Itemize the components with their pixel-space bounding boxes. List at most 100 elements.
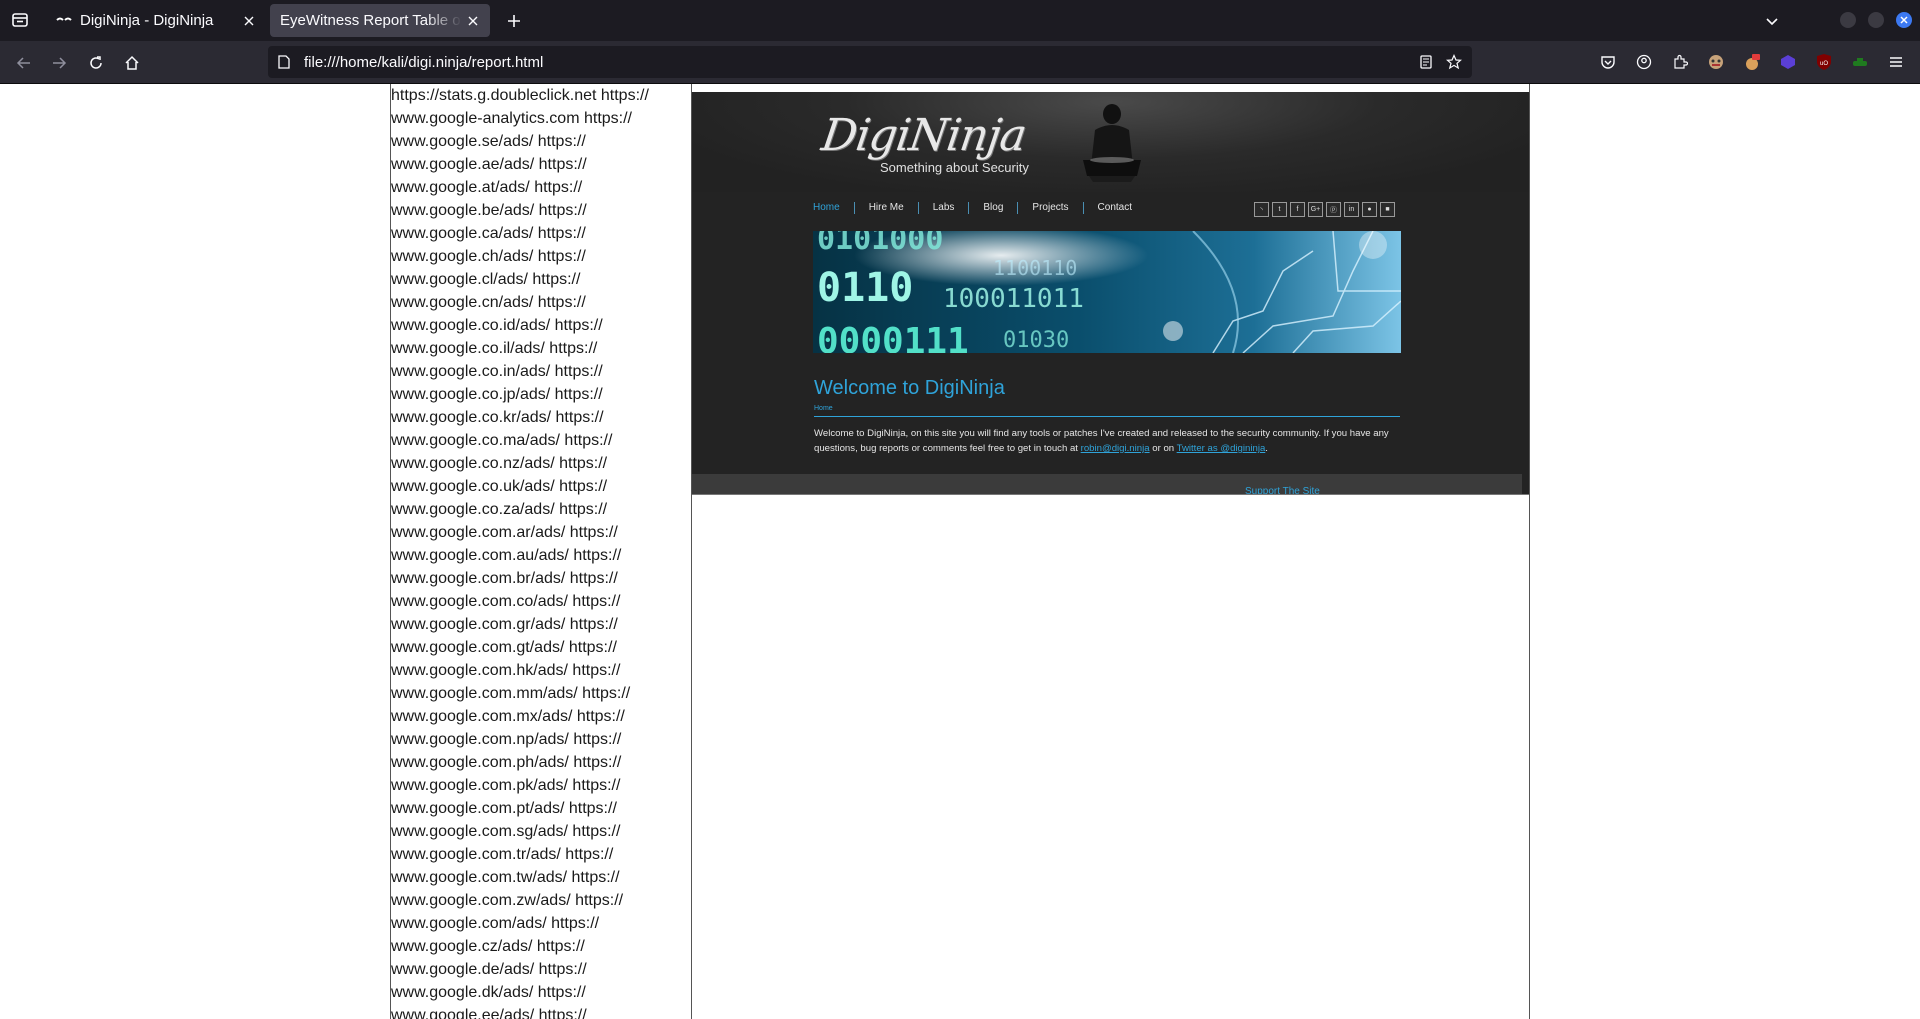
extension-green-icon[interactable] (1849, 51, 1871, 73)
url-line: www.google.com.tr/ads/ https:// (391, 846, 614, 863)
tab-eyewitness-report[interactable]: EyeWitness Report Table of Contents (270, 4, 490, 37)
url-line: www.google.de/ads/ https:// (391, 961, 587, 978)
pocket-icon[interactable] (1597, 51, 1619, 73)
tab-diginninja[interactable]: DigiNinja - DigiNinja (46, 4, 266, 37)
close-tab-icon[interactable] (462, 10, 484, 32)
new-tab-button[interactable] (502, 9, 526, 33)
url-line: www.google.cn/ads/ https:// (391, 294, 586, 311)
twitter-icon[interactable]: t (1272, 202, 1287, 217)
hamburger-menu-icon (1890, 57, 1902, 67)
forward-button[interactable] (47, 51, 71, 75)
url-line: www.google.co.za/ads/ https:// (391, 501, 608, 518)
site-nav-item[interactable]: Labs (917, 202, 969, 214)
url-line: www.google.com.sg/ads/ https:// (391, 823, 621, 840)
intro-text: . (1265, 443, 1268, 454)
facebook-icon[interactable]: f (1290, 202, 1305, 217)
close-window-button[interactable] (1896, 12, 1912, 28)
extension-badge-icon[interactable] (1741, 51, 1763, 73)
url-line: www.google.co.kr/ads/ https:// (391, 409, 604, 426)
site-logo: DigiNinja (818, 110, 1029, 161)
url-line: www.google.co.jp/ads/ https:// (391, 386, 603, 403)
reader-view-icon[interactable] (1416, 52, 1436, 72)
url-line: www.google.com.pt/ads/ https:// (391, 800, 617, 817)
tab-strip: DigiNinja - DigiNinja EyeWitness Report … (0, 0, 1920, 41)
url-line: www.google.com.co/ads/ https:// (391, 593, 621, 610)
svg-text:0000111: 0000111 (817, 321, 969, 353)
breadcrumb[interactable]: Home (814, 405, 833, 412)
tab-title: DigiNinja - DigiNinja (80, 12, 214, 29)
url-line: https://stats.g.doubleclick.net https:// (391, 87, 649, 104)
menu-button[interactable] (1885, 51, 1907, 73)
url-line: www.google.cz/ads/ https:// (391, 938, 585, 955)
arrow-right-icon (53, 57, 67, 69)
url-line: www.google.co.nz/ads/ https:// (391, 455, 608, 472)
google-plus-icon[interactable]: G+ (1308, 202, 1323, 217)
back-button[interactable] (12, 51, 36, 75)
url-line: www.google.ee/ads/ https:// (391, 1007, 587, 1019)
address-bar-url[interactable]: file:///home/kali/digi.ninja/report.html (304, 54, 1416, 71)
report-page: https://stats.g.doubleclick.net https://… (0, 84, 1920, 1019)
site-nav-item[interactable]: Projects (1017, 202, 1082, 214)
extension-cube-icon[interactable] (1777, 51, 1799, 73)
site-nav-item[interactable]: Contact (1082, 202, 1146, 214)
url-line: www.google-analytics.com https:// (391, 110, 632, 127)
url-line: www.google.co.ma/ads/ https:// (391, 432, 613, 449)
svg-text:0110: 0110 (817, 265, 913, 311)
reddit-icon[interactable]: ● (1362, 202, 1377, 217)
list-all-tabs-button[interactable] (1760, 9, 1784, 33)
pinterest-icon[interactable]: ⓟ (1326, 202, 1341, 217)
close-tab-icon[interactable] (238, 10, 260, 32)
url-line: www.google.com.hk/ads/ https:// (391, 662, 621, 679)
url-line: www.google.com.mx/ads/ https:// (391, 708, 625, 725)
diginninja-screenshot[interactable]: DigiNinja Something about Security Home H… (692, 92, 1529, 494)
svg-text:0101000: 0101000 (817, 231, 943, 257)
page-icon (278, 54, 294, 70)
svg-text:01030: 01030 (1003, 328, 1069, 353)
email-link[interactable]: robin@digi.ninja (1081, 443, 1150, 454)
url-line: www.google.co.il/ads/ https:// (391, 340, 598, 357)
svg-text:uO: uO (1820, 61, 1828, 67)
url-line: www.google.com.br/ads/ https:// (391, 570, 618, 587)
binary-circuit-banner: 0101000 1100110 0110 100011011 0000111 0… (813, 231, 1401, 353)
tab-title: EyeWitness Report Table of Contents (280, 12, 462, 29)
home-button[interactable] (120, 51, 144, 75)
intro-paragraph: Welcome to DigiNinja, on this site you w… (814, 426, 1400, 456)
extension-cookie-icon[interactable] (1705, 51, 1727, 73)
minimize-button[interactable] (1840, 12, 1856, 28)
url-line: www.google.co.uk/ads/ https:// (391, 478, 608, 495)
url-line: www.google.com.au/ads/ https:// (391, 547, 622, 564)
mastodon-icon[interactable]: ■ (1380, 202, 1395, 217)
reload-button[interactable] (84, 51, 108, 75)
firefox-view-icon[interactable] (8, 8, 32, 32)
site-nav-item[interactable]: Blog (968, 202, 1017, 214)
url-line: www.google.cl/ads/ https:// (391, 271, 581, 288)
linkedin-icon[interactable]: in (1344, 202, 1359, 217)
chevron-down-icon (1766, 18, 1778, 26)
url-line: www.google.ch/ads/ https:// (391, 248, 586, 265)
rss-icon[interactable]: ◝ (1254, 202, 1269, 217)
url-line: www.google.com.pk/ads/ https:// (391, 777, 621, 794)
plus-icon (508, 15, 520, 27)
site-nav-item[interactable]: Hire Me (853, 202, 918, 214)
intro-text: or on (1149, 443, 1177, 454)
maximize-button[interactable] (1868, 12, 1884, 28)
reload-icon (90, 56, 102, 69)
support-site-link[interactable]: Support The Site (1245, 486, 1320, 494)
page-heading: Welcome to DigiNinja (814, 377, 1005, 399)
address-bar[interactable]: file:///home/kali/digi.ninja/report.html (268, 46, 1472, 78)
svg-text:1100110: 1100110 (993, 256, 1077, 280)
url-line: www.google.ca/ads/ https:// (391, 225, 586, 242)
twitter-link[interactable]: Twitter as @digininja (1177, 443, 1266, 454)
svg-text:100011011: 100011011 (943, 284, 1084, 314)
source-urls-column: https://stats.g.doubleclick.net https://… (390, 84, 692, 1019)
site-tagline: Something about Security (880, 160, 1029, 175)
extensions-icon[interactable] (1669, 51, 1691, 73)
site-nav: Home Hire Me Labs Blog Projects Contact (813, 198, 1146, 218)
ublock-origin-icon[interactable]: uO (1813, 51, 1835, 73)
heading-divider (814, 416, 1400, 417)
site-nav-item[interactable]: Home (813, 202, 854, 214)
url-line: www.google.be/ads/ https:// (391, 202, 587, 219)
bookmark-star-icon[interactable] (1444, 52, 1464, 72)
url-line: www.google.se/ads/ https:// (391, 133, 586, 150)
account-icon[interactable] (1633, 51, 1655, 73)
